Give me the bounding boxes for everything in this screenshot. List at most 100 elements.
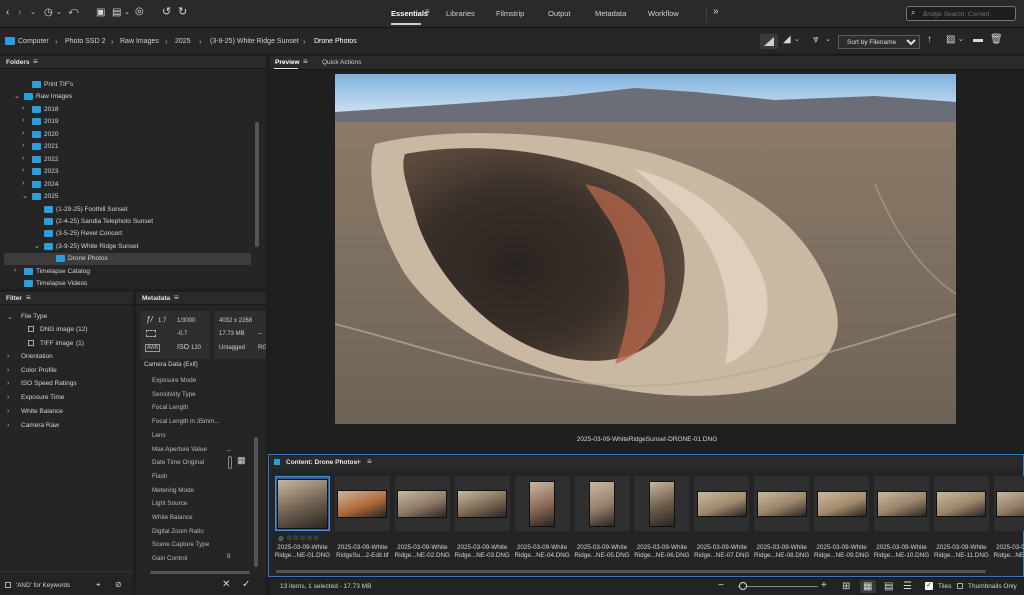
breadcrumb-2025[interactable]: 2025	[175, 38, 191, 45]
chevron-right-icon[interactable]: ›	[22, 142, 24, 149]
workspace-workflow[interactable]: Workflow	[648, 9, 679, 18]
chevron-right-icon[interactable]: ›	[22, 130, 24, 137]
folder-tree-item[interactable]: Print TIF's	[4, 79, 251, 91]
metadata-panel-title[interactable]: Metadata	[142, 295, 170, 302]
filter-dropdown-icon[interactable]: ⌄	[825, 36, 831, 43]
new-folder-icon[interactable]: ▬	[973, 35, 983, 45]
folder-tree-item[interactable]: ⌄ 2025	[4, 191, 251, 203]
get-photos-camera-icon[interactable]: ▣	[96, 8, 105, 18]
workspace-essentials[interactable]: Essentials	[391, 9, 428, 18]
thumbnail-cell[interactable]	[694, 476, 750, 531]
folder-tree-item[interactable]: › 2021	[4, 141, 251, 153]
refine-dropdown-icon[interactable]: ⌄	[124, 9, 130, 16]
thumbnail-cell[interactable]	[454, 476, 510, 531]
rating-filter-icon[interactable]: ◢	[783, 35, 791, 45]
thumbnail-cell[interactable]	[933, 476, 989, 531]
tiff-checkbox[interactable]	[28, 340, 34, 346]
tab-quick-actions[interactable]: Quick Actions	[322, 59, 361, 66]
thumbnail-cell[interactable]	[754, 476, 810, 531]
thumbnail-cell[interactable]	[334, 476, 390, 531]
workspace-menu-icon[interactable]: ≡	[425, 8, 430, 16]
quality-options-button[interactable]	[760, 34, 778, 49]
thumbnail-cell[interactable]	[394, 476, 450, 531]
search-box[interactable]: ⌕	[906, 6, 1016, 21]
and-keywords-checkbox[interactable]	[5, 582, 11, 588]
trash-icon[interactable]: 🗑	[990, 35, 1003, 45]
metadata-field-label[interactable]: Focal Length in 35mm...	[152, 418, 220, 425]
metadata-field-label[interactable]: Date Time Original	[152, 459, 204, 466]
breadcrumb-raw-images[interactable]: Raw Images	[120, 38, 159, 45]
thumbnail-size-slider-track[interactable]	[738, 586, 818, 587]
folder-tree-item[interactable]: › 2024	[4, 179, 251, 191]
folder-tree-item[interactable]: › 2022	[4, 154, 251, 166]
thumbnail-cell[interactable]	[874, 476, 929, 531]
chevron-right-icon[interactable]: ›	[14, 267, 16, 274]
chevron-down-icon[interactable]: ⌄	[14, 92, 20, 100]
workspace-output[interactable]: Output	[548, 9, 571, 18]
sort-select[interactable]: Sort by Filename	[838, 35, 920, 49]
folder-tree-item[interactable]: › 2019	[4, 116, 251, 128]
metadata-field-label[interactable]: Gain Control	[152, 555, 187, 562]
zoom-out-button[interactable]: −	[718, 580, 724, 591]
details-view-icon[interactable]: ▤	[884, 582, 893, 592]
cancel-icon[interactable]: ✕	[222, 580, 230, 590]
folder-tree-item[interactable]: › 2023	[4, 166, 251, 178]
folder-tree-item[interactable]: (3-5-25) Revel Concert	[4, 228, 251, 240]
star-rating[interactable]: ☆☆☆☆☆	[286, 534, 320, 542]
panel-menu-icon[interactable]: ≡	[303, 58, 308, 66]
workspace-libraries[interactable]: Libraries	[446, 9, 475, 18]
folder-tree-item[interactable]: Timelapse Videos	[4, 278, 251, 289]
breadcrumb-photo-ssd[interactable]: Photo SSD 2	[65, 38, 105, 45]
search-input[interactable]	[923, 8, 1009, 20]
history-icon[interactable]: ◷	[44, 8, 53, 18]
metadata-field-label[interactable]: Focal Length	[152, 404, 188, 411]
sort-ascending-icon[interactable]: ↑	[927, 35, 932, 45]
metadata-field-label[interactable]: White Balance	[152, 514, 193, 521]
camera-data-section[interactable]: Camera Data (Exif)	[144, 361, 198, 368]
lock-grid-icon[interactable]: ⊞	[842, 582, 850, 592]
folders-panel-title[interactable]: Folders	[6, 59, 29, 66]
metadata-field-label[interactable]: Light Source	[152, 500, 187, 507]
panel-menu-icon[interactable]: ≡	[33, 58, 38, 66]
return-to-photoshop-icon[interactable]: ⤺	[68, 7, 79, 17]
panel-menu-icon[interactable]: ≡	[367, 458, 372, 466]
list-view-icon[interactable]: ☰	[903, 582, 912, 592]
zoom-in-button[interactable]: +	[821, 580, 827, 591]
apply-checkmark-icon[interactable]: ✓	[242, 580, 250, 590]
folder-tree-item[interactable]: ⌄ (3-9-25) White Ridge Sunset	[4, 241, 251, 253]
rotate-right-icon[interactable]: ↻	[178, 7, 187, 18]
metadata-field-label[interactable]: Metering Mode	[152, 487, 194, 494]
chevron-right-icon[interactable]: ›	[22, 180, 24, 187]
thumbnail-size-slider-handle[interactable]	[739, 582, 747, 590]
metadata-field-label[interactable]: Max Aperture Value	[152, 446, 207, 453]
thumbnail-cell[interactable]	[993, 476, 1024, 531]
calendar-icon[interactable]: ▦	[237, 456, 246, 465]
panel-menu-icon[interactable]: ≡	[26, 294, 31, 302]
metadata-field-label[interactable]: Scene Capture Type	[152, 541, 209, 548]
pin-icon[interactable]: ⌖	[96, 581, 101, 589]
preview-image[interactable]	[335, 74, 956, 424]
thumbnail-cell[interactable]	[574, 476, 630, 531]
metadata-field-label[interactable]: Digital Zoom Ratio	[152, 528, 204, 535]
chevron-right-icon[interactable]: ›	[22, 117, 24, 124]
history-dropdown-icon[interactable]: ⌄	[56, 9, 62, 16]
open-recent-icon[interactable]: ▨	[946, 35, 955, 45]
view-grid-button[interactable]: ▦	[860, 580, 876, 593]
open-recent-dropdown-icon[interactable]: ⌄	[958, 36, 964, 43]
rotate-left-icon[interactable]: ↺	[162, 7, 171, 18]
content-horizontal-scrollbar[interactable]	[276, 570, 986, 573]
metadata-field-label[interactable]: Sensitivity Type	[152, 391, 196, 398]
metadata-field-label[interactable]: Lens	[152, 432, 166, 439]
add-content-tab-icon[interactable]: +	[356, 457, 361, 467]
thumbnail-cell[interactable]	[275, 476, 330, 531]
dng-checkbox[interactable]	[28, 326, 34, 332]
reject-icon[interactable]: ⊘	[278, 535, 284, 543]
breadcrumb-computer[interactable]: Computer	[18, 38, 49, 45]
workspace-filmstrip[interactable]: Filmstrip	[496, 9, 524, 18]
thumbnails-only-checkbox[interactable]	[957, 583, 963, 589]
tiles-checkbox[interactable]: ✓	[925, 582, 933, 590]
camera-raw-icon[interactable]: ◎	[135, 7, 144, 17]
metadata-field-label[interactable]: Flash	[152, 473, 167, 480]
forward-icon[interactable]: ›	[18, 8, 21, 18]
rating-dropdown-icon[interactable]: ⌄	[794, 36, 800, 43]
